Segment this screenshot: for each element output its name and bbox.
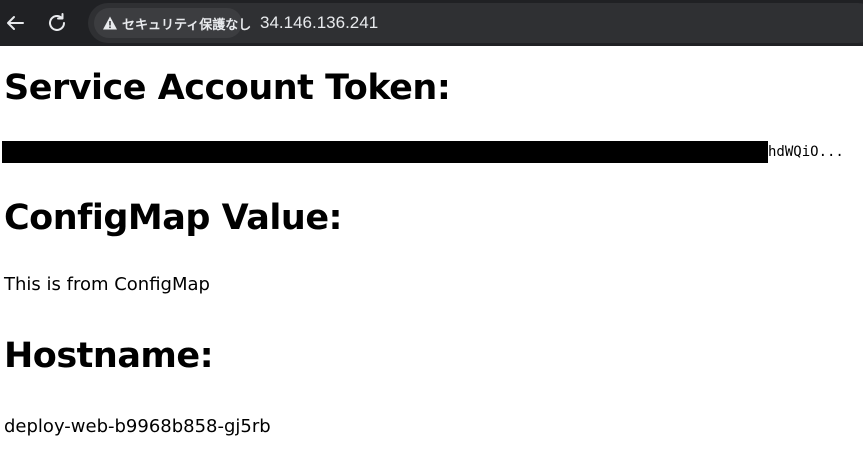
address-bar[interactable]: セキュリティ保護なし 34.146.136.241 bbox=[88, 3, 863, 43]
hostname-value: deploy-web-b9968b858-gj5rb bbox=[4, 416, 271, 437]
reload-icon bbox=[49, 13, 65, 31]
back-arrow-icon bbox=[7, 16, 24, 30]
back-button[interactable] bbox=[0, 8, 30, 38]
warning-icon bbox=[102, 14, 118, 32]
reload-button[interactable] bbox=[42, 8, 72, 38]
page-content: Service Account Token: hdWQiO... ConfigM… bbox=[0, 46, 863, 458]
hostname-heading: Hostname: bbox=[4, 336, 214, 376]
security-indicator[interactable]: セキュリティ保護なし bbox=[94, 8, 251, 38]
redaction-bar bbox=[2, 141, 768, 163]
token-heading: Service Account Token: bbox=[4, 68, 451, 108]
url-text[interactable]: 34.146.136.241 bbox=[260, 13, 378, 33]
configmap-heading: ConfigMap Value: bbox=[4, 198, 343, 238]
configmap-value: This is from ConfigMap bbox=[4, 274, 210, 295]
security-label: セキュリティ保護なし bbox=[122, 17, 252, 33]
token-value: hdWQiO... bbox=[2, 141, 844, 163]
browser-toolbar: セキュリティ保護なし 34.146.136.241 bbox=[0, 0, 863, 46]
token-visible-tail: hdWQiO... bbox=[768, 144, 844, 160]
